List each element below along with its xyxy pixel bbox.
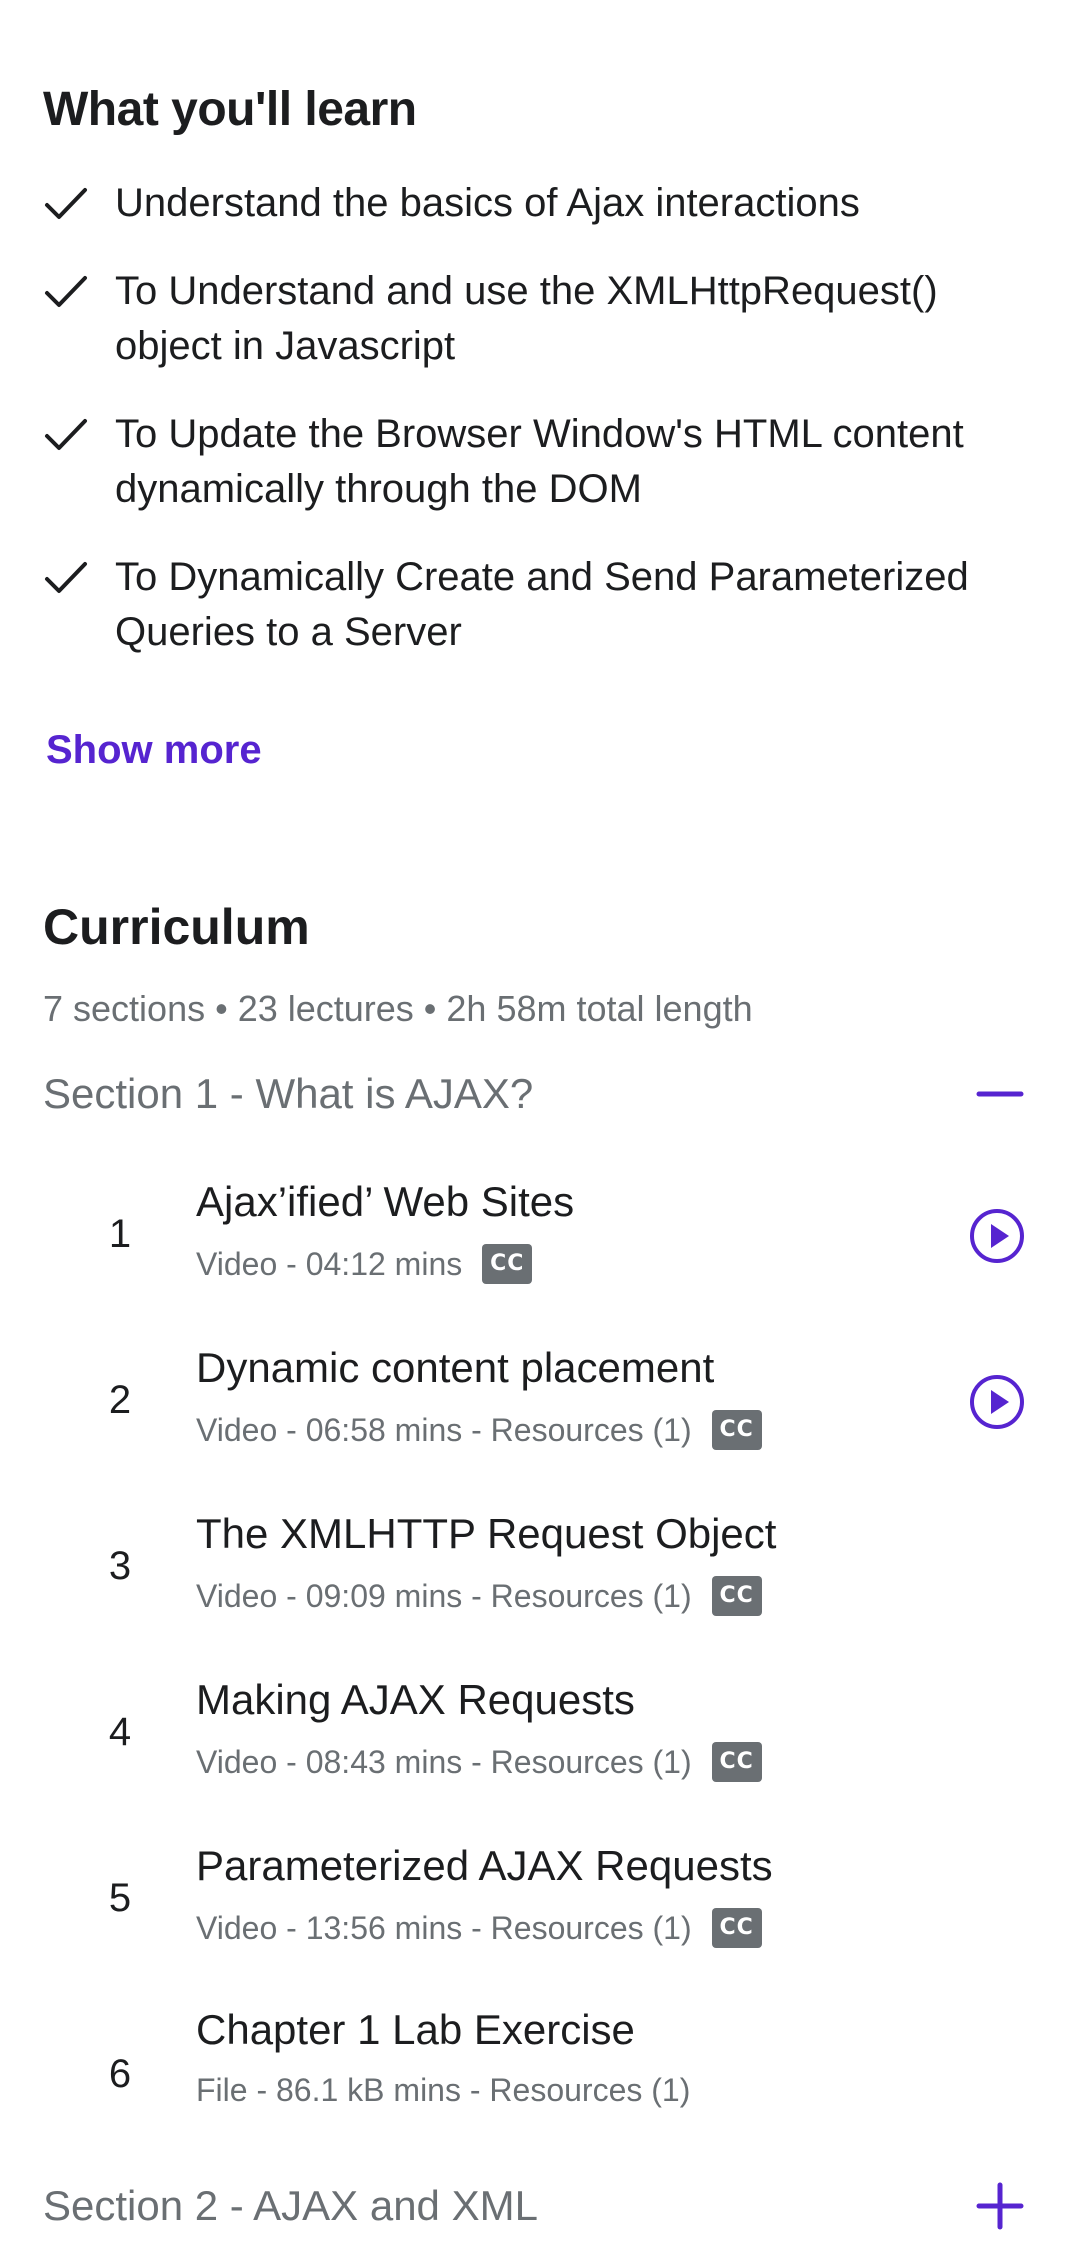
learn-item: To Dynamically Create and Send Parameter… (43, 550, 1043, 660)
lecture-row[interactable]: 6 Chapter 1 Lab Exercise File - 86.1 kB … (0, 1990, 1068, 2140)
lecture-number: 3 (108, 1544, 132, 1588)
section-title: Section 1 - What is AJAX? (43, 1070, 534, 1117)
lecture-title: Parameterized AJAX Requests (196, 1842, 773, 1889)
show-more-button[interactable]: Show more (46, 728, 262, 773)
section-header-2[interactable]: Section 2 - AJAX and XML (43, 2176, 1025, 2236)
learn-item: To Update the Browser Window's HTML cont… (43, 407, 1043, 517)
learn-item: To Understand and use the XMLHttpRequest… (43, 264, 1043, 374)
lecture-title: Dynamic content placement (196, 1344, 715, 1391)
check-icon (45, 188, 87, 219)
lecture-meta-text: Video - 08:43 mins - Resources (1) (196, 1743, 692, 1780)
lecture-row[interactable]: 2 Dynamic content placement Video - 06:5… (0, 1326, 1068, 1476)
cc-icon: CC (711, 1576, 762, 1616)
lecture-row[interactable]: 3 The XMLHTTP Request Object Video - 09:… (0, 1492, 1068, 1642)
lecture-title: Ajax’ified’ Web Sites (196, 1178, 575, 1225)
lecture-title: The XMLHTTP Request Object (196, 1510, 777, 1557)
learn-item-text: To Dynamically Create and Send Parameter… (115, 555, 969, 654)
cc-icon: CC (711, 1742, 762, 1782)
course-page: What you'll learn Understand the basics … (0, 0, 1068, 2244)
learn-item: Understand the basics of Ajax interactio… (43, 176, 1043, 231)
lecture-meta-text: Video - 09:09 mins - Resources (1) (196, 1577, 692, 1614)
lecture-meta: Video - 08:43 mins - Resources (1) CC (196, 1742, 762, 1782)
lecture-title: Making AJAX Requests (196, 1676, 635, 1723)
curriculum-title: Curriculum (43, 899, 310, 955)
lecture-row[interactable]: 4 Making AJAX Requests Video - 08:43 min… (0, 1658, 1068, 1808)
lecture-meta: Video - 13:56 mins - Resources (1) CC (196, 1908, 762, 1948)
lecture-meta: Video - 09:09 mins - Resources (1) CC (196, 1576, 762, 1616)
lecture-number: 2 (108, 1378, 132, 1422)
lecture-meta: Video - 04:12 mins CC (196, 1244, 533, 1284)
lecture-meta-text: Video - 06:58 mins - Resources (1) (196, 1411, 692, 1448)
lecture-number: 5 (108, 1876, 132, 1920)
learn-title: What you'll learn (43, 83, 417, 136)
plus-icon[interactable] (965, 2176, 1025, 2236)
lecture-meta: Video - 06:58 mins - Resources (1) CC (196, 1410, 762, 1450)
curriculum-meta: 7 sections • 23 lectures • 2h 58m total … (43, 988, 753, 1029)
lecture-number: 1 (108, 1212, 132, 1256)
check-icon (45, 276, 87, 307)
lecture-meta-text: Video - 13:56 mins - Resources (1) (196, 1909, 692, 1946)
learn-item-text: To Update the Browser Window's HTML cont… (115, 412, 964, 511)
lecture-number: 4 (108, 1710, 132, 1754)
section-title: Section 2 - AJAX and XML (43, 2182, 538, 2229)
play-circle-icon[interactable] (969, 1208, 1025, 1264)
learn-item-text: Understand the basics of Ajax interactio… (115, 181, 860, 225)
learn-list: Understand the basics of Ajax interactio… (43, 176, 1043, 693)
lecture-meta: File - 86.1 kB mins - Resources (1) (196, 2072, 690, 2109)
check-icon (45, 562, 87, 593)
section-header-1[interactable]: Section 1 - What is AJAX? (43, 1064, 1025, 1124)
minus-icon[interactable] (965, 1064, 1025, 1124)
cc-icon: CC (482, 1244, 533, 1284)
lecture-meta-text: Video - 04:12 mins (196, 1245, 463, 1282)
cc-icon: CC (711, 1410, 762, 1450)
cc-icon: CC (711, 1908, 762, 1948)
lecture-row[interactable]: 1 Ajax’ified’ Web Sites Video - 04:12 mi… (0, 1160, 1068, 1310)
learn-item-text: To Understand and use the XMLHttpRequest… (115, 269, 938, 368)
lecture-title: Chapter 1 Lab Exercise (196, 2006, 635, 2053)
check-icon (45, 419, 87, 450)
lecture-number: 6 (108, 2052, 132, 2096)
play-circle-icon[interactable] (969, 1374, 1025, 1430)
lecture-meta-text: File - 86.1 kB mins - Resources (1) (196, 2072, 691, 2108)
lecture-row[interactable]: 5 Parameterized AJAX Requests Video - 13… (0, 1824, 1068, 1974)
